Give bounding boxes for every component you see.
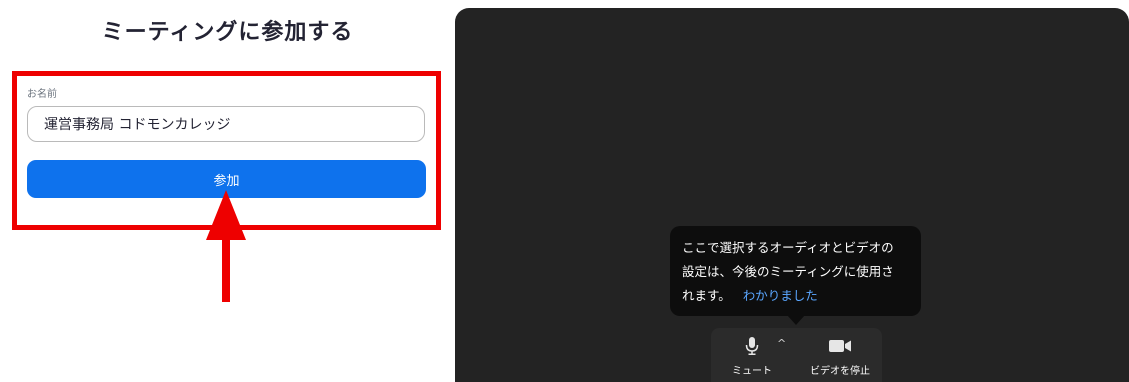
tooltip-pointer [787, 315, 805, 325]
microphone-icon [745, 337, 759, 355]
settings-tooltip: ここで選択するオーディオとビデオの 設定は、今後のミーティングに使用さ れます。… [670, 226, 921, 316]
preview-controls-bar: ミュート ^ ビデオを停止 [711, 328, 882, 382]
red-arrow-annotation [206, 190, 246, 302]
video-preview [455, 8, 1129, 382]
tooltip-message-line2: 設定は、今後のミーティングに使用さ [682, 264, 894, 279]
chevron-up-icon[interactable]: ^ [777, 337, 786, 350]
zoom-join-page: ミーティングに参加する お名前 参加 ここで選択するオーディオとビデオの 設定は… [0, 0, 1129, 382]
tooltip-message-end: れます。 [682, 288, 731, 303]
page-title: ミーティングに参加する [101, 20, 354, 45]
got-it-link[interactable]: わかりました [743, 288, 818, 303]
name-input[interactable] [27, 106, 425, 142]
video-camera-icon [829, 337, 851, 355]
tooltip-message-line1: ここで選択するオーディオとビデオの [682, 240, 894, 255]
stop-video-label: ビデオを停止 [810, 366, 870, 377]
name-field-label: お名前 [27, 89, 57, 100]
stop-video-button[interactable]: ビデオを停止 [803, 328, 877, 382]
mute-label: ミュート [732, 366, 772, 377]
tooltip-message-line3: れます。 わかりました [682, 284, 909, 308]
